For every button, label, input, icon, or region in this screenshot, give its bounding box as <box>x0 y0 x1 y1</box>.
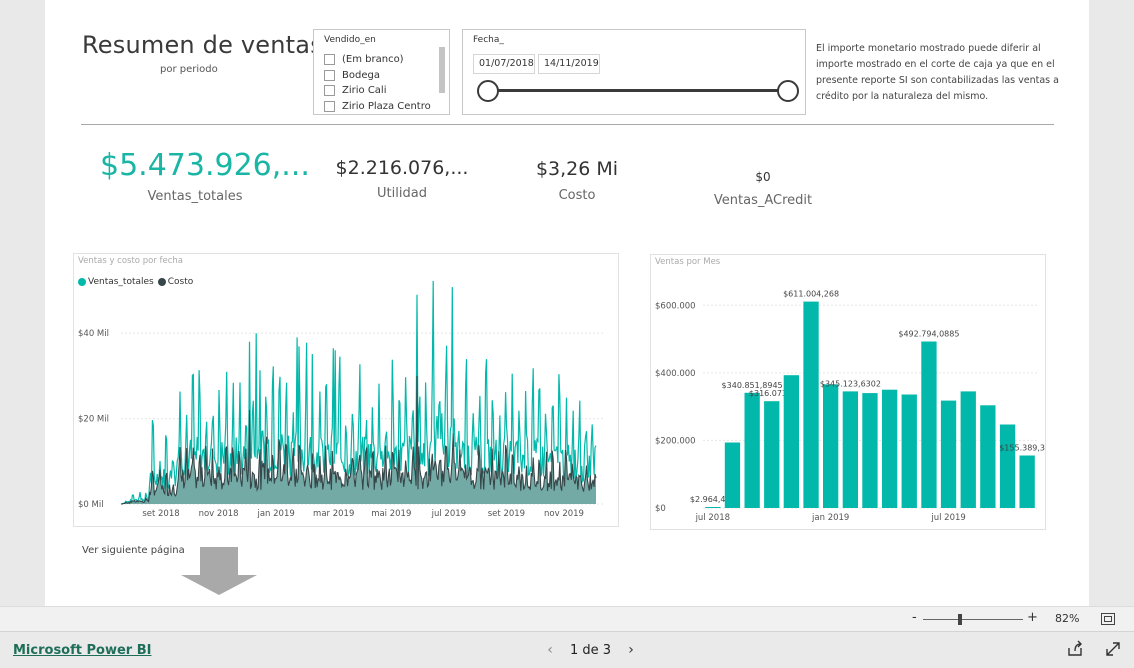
disclaimer-text: El importe monetario mostrado puede dife… <box>816 43 1059 102</box>
x-tick-label: nov 2019 <box>544 509 584 519</box>
slicer-scrollbar[interactable] <box>439 47 445 93</box>
x-tick-label: jul 2019 <box>431 509 466 519</box>
bar-data-label: $611.004,268 <box>783 290 839 299</box>
zoom-bar: - + 82% <box>0 606 1134 632</box>
slicer-item-zirio-plaza-centro[interactable]: Zirio Plaza Centro <box>324 99 431 115</box>
x-tick-label: jan 2019 <box>811 513 849 523</box>
bar[interactable] <box>960 391 976 508</box>
bar[interactable] <box>744 392 760 508</box>
header-divider <box>81 124 1054 125</box>
report-canvas: Resumen de ventas por periodo Vendido_en… <box>45 0 1089 606</box>
zoom-in-button[interactable]: + <box>1027 610 1038 625</box>
page-subtitle: por periodo <box>160 64 218 75</box>
slicer-item-label: Zirio Plaza Centro <box>342 100 431 112</box>
y-tick-label: $400.000 <box>655 369 696 379</box>
fullscreen-icon[interactable] <box>1104 640 1122 658</box>
kpi-ventas-totales-value: $5.473.926,... <box>100 148 310 183</box>
kpi-utilidad-value: $2.216.076,... <box>335 157 469 179</box>
vendido-en-slicer: Vendido_en (Em branco) Bodega Zirio Cali… <box>313 29 450 115</box>
x-tick-label: mar 2019 <box>313 509 354 519</box>
slicer-item-label: Zirio Cali <box>342 85 387 97</box>
slicer-item-label: (Em branco) <box>342 54 404 66</box>
x-tick-label: mai 2019 <box>371 509 411 519</box>
line-chart-svg: $0 Mil $20 Mil $40 Mil set 2018 nov 2018 jan … <box>78 280 604 519</box>
x-tick-label: set 2019 <box>488 509 525 519</box>
bar-data-label: $492.794,0885 <box>898 330 959 339</box>
page-navigator: ‹ 1 de 3 › <box>540 642 641 658</box>
page-indicator: 1 de 3 <box>570 642 612 658</box>
y-tick-label: $200.000 <box>655 436 696 446</box>
date-range-track[interactable] <box>487 89 789 92</box>
bar[interactable] <box>783 375 799 508</box>
y-tick-label: $40 Mil <box>78 329 109 339</box>
power-bi-link[interactable]: Microsoft Power BI <box>13 643 151 658</box>
slicer-item-label: Bodega <box>342 69 380 81</box>
fit-to-page-icon[interactable] <box>1101 613 1115 625</box>
bar[interactable] <box>842 391 858 508</box>
kpi-costo-label: Costo <box>558 188 596 203</box>
slicer-title: Vendido_en <box>324 35 376 45</box>
next-page-button[interactable]: › <box>621 642 641 658</box>
range-start-handle[interactable] <box>477 80 499 102</box>
bar[interactable] <box>980 405 996 508</box>
page-title: Resumen de ventas <box>82 31 323 59</box>
fecha-slicer: Fecha_ 01/07/2018 14/11/2019 <box>462 29 806 115</box>
checkbox-icon[interactable] <box>324 100 335 112</box>
ventas-por-mes-chart-card[interactable]: Ventas por Mes $0 $200.000 $400.000 $600.00… <box>650 254 1046 530</box>
share-icon[interactable] <box>1066 640 1084 658</box>
bar-chart-svg: $0$200.000$400.000$600.000$2.964,455$340… <box>655 290 1045 523</box>
previous-page-button[interactable]: ‹ <box>540 642 560 658</box>
bar[interactable] <box>921 341 937 509</box>
checkbox-icon[interactable] <box>324 85 335 97</box>
bar-data-label: $155.389,389 <box>999 444 1045 453</box>
bar[interactable] <box>823 384 839 508</box>
kpi-utilidad-label: Utilidad <box>377 186 427 201</box>
x-tick-label: jul 2019 <box>930 513 965 523</box>
bar[interactable] <box>901 394 917 509</box>
slicer-title: Fecha_ <box>473 35 504 45</box>
bar[interactable] <box>940 400 957 508</box>
bar[interactable] <box>705 507 721 508</box>
ventas-costo-chart-card[interactable]: Ventas y costo por fecha Ventas_totales … <box>73 253 619 527</box>
bar[interactable] <box>999 424 1016 509</box>
slicer-item-bodega[interactable]: Bodega <box>324 68 431 84</box>
bar[interactable] <box>1019 455 1035 509</box>
checkbox-icon[interactable] <box>324 69 335 81</box>
slicer-item-em-branco[interactable]: (Em branco) <box>324 52 431 68</box>
zoom-slider-thumb[interactable] <box>958 614 962 625</box>
bar[interactable] <box>724 442 741 509</box>
x-tick-label: nov 2018 <box>199 509 239 519</box>
zoom-slider-track[interactable] <box>923 619 1023 620</box>
y-tick-label: $20 Mil <box>78 415 109 425</box>
range-end-handle[interactable] <box>777 80 799 102</box>
bar[interactable] <box>882 389 898 508</box>
x-tick-label: jan 2019 <box>256 509 294 519</box>
kpi-ventas-totales-label: Ventas_totales <box>147 189 243 204</box>
y-tick-label: $600.000 <box>655 301 696 311</box>
kpi-costo-value: $3,26 Mi <box>535 158 619 180</box>
x-tick-label: jul 2018 <box>695 513 730 523</box>
start-date-input[interactable]: 01/07/2018 <box>473 54 535 74</box>
bar-data-label: $345.123,6302 <box>820 379 881 388</box>
x-tick-label: set 2018 <box>142 509 179 519</box>
checkbox-icon[interactable] <box>324 54 335 66</box>
slicer-item-zirio-cali[interactable]: Zirio Cali <box>324 83 431 99</box>
y-tick-label: $0 Mil <box>78 500 104 510</box>
y-tick-label: $0 <box>655 504 666 514</box>
down-arrow-icon[interactable] <box>181 547 257 597</box>
bar[interactable] <box>803 301 819 508</box>
bar[interactable] <box>764 401 780 508</box>
next-page-label: Ver siguiente página <box>82 545 185 556</box>
end-date-input[interactable]: 14/11/2019 <box>538 54 600 74</box>
bar[interactable] <box>862 393 878 508</box>
zoom-out-button[interactable]: - <box>912 610 917 625</box>
kpi-ventas-acredit-value: $0 <box>755 170 771 184</box>
zoom-percent: 82% <box>1055 612 1080 625</box>
kpi-ventas-acredit-label: Ventas_ACredit <box>713 193 813 208</box>
footer-bar: Microsoft Power BI ‹ 1 de 3 › <box>0 631 1134 668</box>
